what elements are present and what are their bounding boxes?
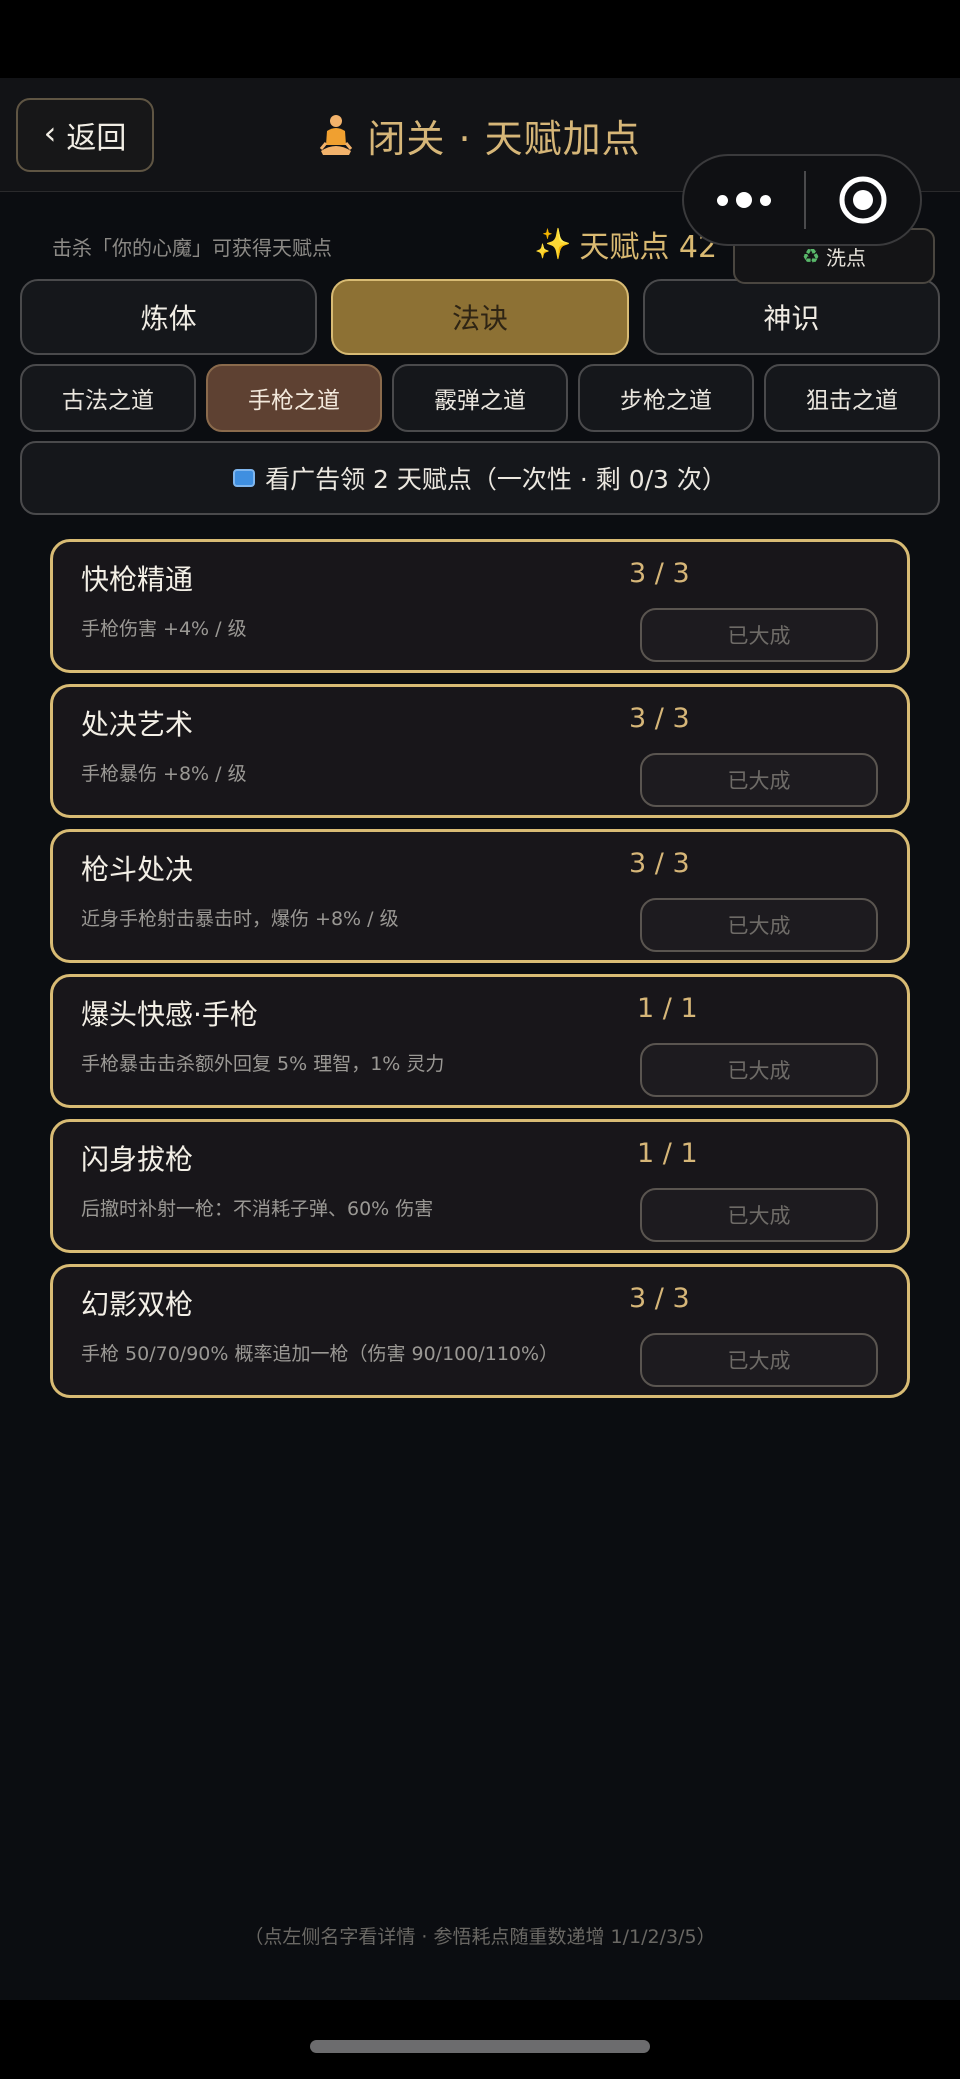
title-text: 闭关 · 天赋加点 [367,116,641,161]
subtab-buqiang[interactable]: 步枪之道 [578,364,754,432]
main-tabs: 炼体 法诀 神识 [20,279,940,355]
meditation-icon [320,115,353,155]
back-label: 返回 [66,121,127,156]
subtab-xiandan[interactable]: 霰弹之道 [392,364,568,432]
talent-card: 爆头快感·手枪 1 / 1 手枪暴击击杀额外回复 5% 理智，1% 灵力 已大成 [50,974,910,1108]
talent-desc: 近身手枪射击暴击时，爆伤 +8% / 级 [81,908,399,930]
watch-ad-button[interactable]: 看广告领 2 天赋点（一次性 · 剩 0/3 次） [20,441,940,515]
talent-desc: 后撤时补射一枪：不消耗子弹、60% 伤害 [81,1198,434,1220]
talent-status-button[interactable]: 已大成 [640,1333,878,1387]
subtab-gufa[interactable]: 古法之道 [20,364,196,432]
tv-icon [233,469,256,487]
talent-level: 3 / 3 [629,848,690,879]
points-hint: 击杀「你的心魔」可获得天赋点 [52,236,332,260]
subtab-shouqiang[interactable]: 手枪之道 [206,364,382,432]
tab-fajue[interactable]: 法诀 [331,279,629,355]
talent-card: 快枪精通 3 / 3 手枪伤害 +4% / 级 已大成 [50,539,910,673]
tab-lianti[interactable]: 炼体 [20,279,318,355]
talent-name[interactable]: 处决艺术 [81,703,193,743]
talent-list: 快枪精通 3 / 3 手枪伤害 +4% / 级 已大成 处决艺术 3 / 3 手… [50,539,910,1409]
talent-desc: 手枪暴伤 +8% / 级 [81,763,247,785]
tab-shenshi[interactable]: 神识 [642,279,940,355]
talent-level: 3 / 3 [629,558,690,589]
talent-name[interactable]: 幻影双枪 [81,1283,193,1323]
recycle-icon: ♻ [802,244,820,268]
sub-tabs: 古法之道 手枪之道 霰弹之道 步枪之道 狙击之道 [20,364,940,432]
talent-card: 幻影双枪 3 / 3 手枪 50/70/90% 概率追加一枪（伤害 90/100… [50,1264,910,1398]
more-icon[interactable] [684,156,804,244]
talent-desc: 手枪暴击击杀额外回复 5% 理智，1% 灵力 [81,1053,445,1075]
subtab-juji[interactable]: 狙击之道 [764,364,940,432]
talent-card: 处决艺术 3 / 3 手枪暴伤 +8% / 级 已大成 [50,684,910,818]
mini-program-capsule [682,154,922,246]
talent-level: 3 / 3 [629,703,690,734]
talent-level: 1 / 1 [637,993,698,1024]
talent-name[interactable]: 快枪精通 [81,558,193,598]
back-button[interactable]: ‹ 返回 [16,98,154,172]
talent-name[interactable]: 爆头快感·手枪 [81,993,258,1033]
home-indicator[interactable] [310,2040,650,2053]
footer-hint: （点左侧名字看详情 · 参悟耗点随重数递增 1/1/2/3/5） [244,1926,716,1948]
talent-card: 闪身拔枪 1 / 1 后撤时补射一枪：不消耗子弹、60% 伤害 已大成 [50,1119,910,1253]
ad-label: 看广告领 2 天赋点（一次性 · 剩 0/3 次） [265,465,727,494]
talent-status-button[interactable]: 已大成 [640,898,878,952]
talent-name[interactable]: 闪身拔枪 [81,1138,193,1178]
talent-status-button[interactable]: 已大成 [640,753,878,807]
chevron-left-icon: ‹ [43,114,57,152]
talent-desc: 手枪伤害 +4% / 级 [81,618,247,640]
talent-name[interactable]: 枪斗处决 [81,848,193,888]
talent-status-button[interactable]: 已大成 [640,1043,878,1097]
talent-status-button[interactable]: 已大成 [640,608,878,662]
close-mini-program-icon[interactable] [806,156,920,244]
talent-level: 3 / 3 [629,1283,690,1314]
status-bar [0,0,960,78]
talent-card: 枪斗处决 3 / 3 近身手枪射击暴击时，爆伤 +8% / 级 已大成 [50,829,910,963]
talent-status-button[interactable]: 已大成 [640,1188,878,1242]
sparkles-icon: ✨ [534,226,572,262]
talent-level: 1 / 1 [637,1138,698,1169]
talent-desc: 手枪 50/70/90% 概率追加一枪（伤害 90/100/110%） [81,1343,559,1365]
